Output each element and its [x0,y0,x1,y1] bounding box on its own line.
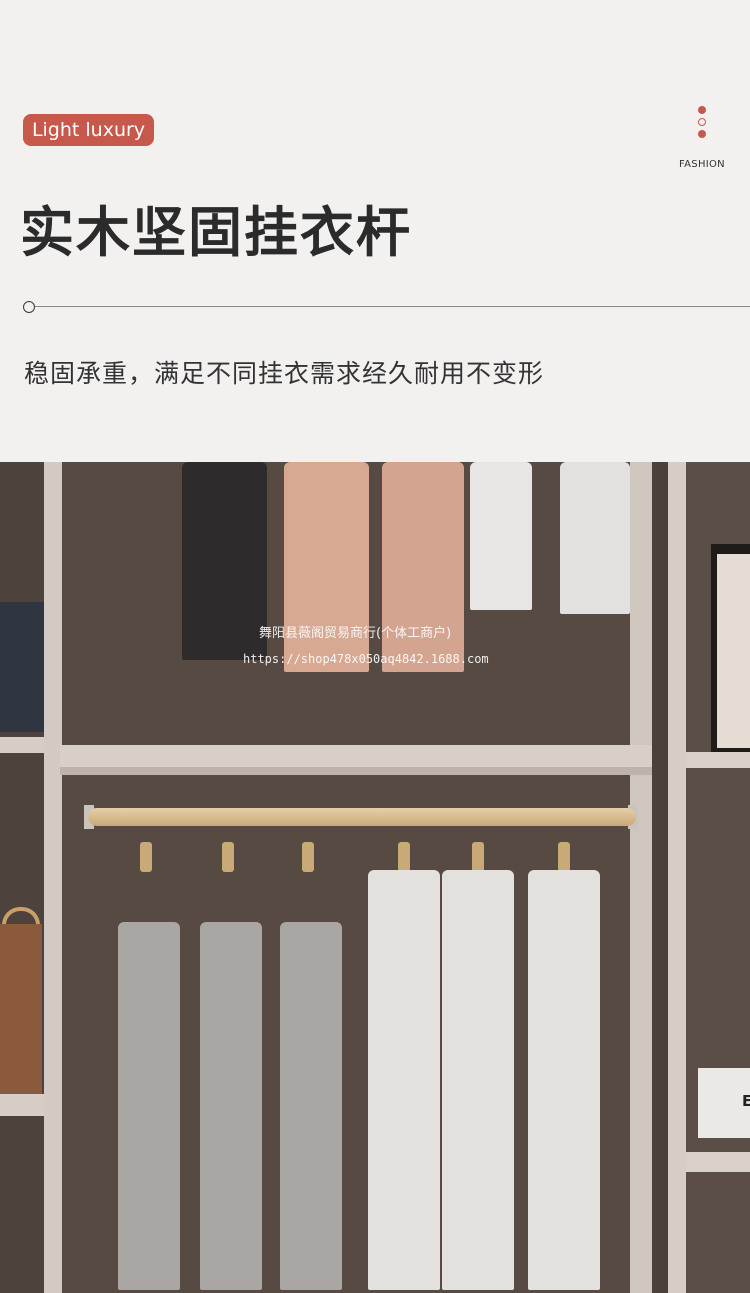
header-section: Light luxury FASHION 实木坚固挂衣杆 稳固承重，满足不同挂衣… [0,0,750,462]
light-luxury-tag: Light luxury [23,114,154,146]
right-shelf [686,1152,750,1172]
wardrobe-side-panel [630,462,652,1293]
white-shirt [470,462,532,610]
wardrobe-side-panel [668,462,686,1293]
folded-jeans [0,602,44,732]
right-shelf [686,752,750,768]
wardrobe-photo: E [0,462,750,1293]
hanger-icon [472,842,484,872]
hanger-icon [302,842,314,872]
striped-shirt [560,462,630,614]
rule-circle-icon [23,301,35,313]
page-subtitle: 稳固承重，满足不同挂衣需求经久耐用不变形 [24,359,545,388]
decor-box-label: E [742,1092,750,1110]
white-dress-shirt [442,870,514,1290]
hanger-icon [558,842,570,872]
dot-outline-icon [698,118,706,126]
hanger-icon [398,842,410,872]
divider-line [35,306,750,307]
dot-filled-icon [698,130,706,138]
dot-filled-icon [698,106,706,114]
fashion-label: FASHION [679,159,725,170]
left-shelf [0,737,46,753]
black-lace-dress [182,462,267,660]
picture-frame-inner [717,554,750,748]
white-dress-shirt [528,870,600,1290]
page-title: 实木坚固挂衣杆 [20,200,412,264]
hanger-icon [222,842,234,872]
decorative-dots-icon [697,106,707,140]
hanger-icon [140,842,152,872]
pink-lace-dress [284,462,369,672]
wardrobe-shelf-edge [60,767,652,775]
grey-slip-dress [200,922,262,1290]
white-dress-shirt [368,870,440,1290]
wardrobe-side-panel [44,462,62,1293]
pink-lace-dress [382,462,464,672]
left-bay [0,462,47,1293]
grey-slip-dress [118,922,180,1290]
left-shelf [0,1094,46,1116]
grey-slip-dress [280,922,342,1290]
wooden-hanging-rod [88,808,636,826]
handbag [0,924,42,1094]
